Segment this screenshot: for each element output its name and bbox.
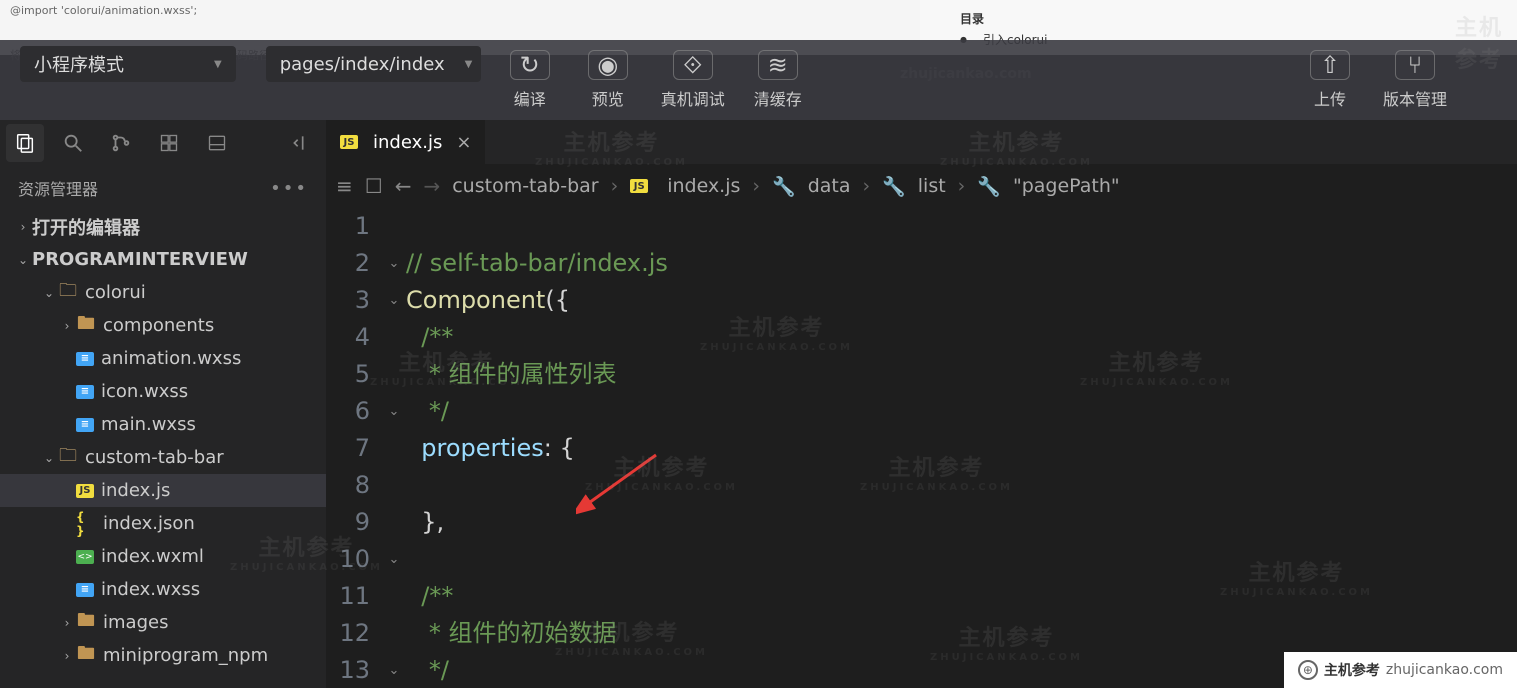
wrench-icon: 🔧 (772, 175, 796, 198)
mode-label: 小程序模式 (34, 51, 124, 77)
project-root[interactable]: ⌄PROGRAMINTERVIEW (0, 243, 326, 276)
bookmark-icon[interactable]: ☐ (365, 174, 383, 198)
css-file-icon: ≡ (76, 352, 94, 366)
chevron-down-icon: ▼ (214, 59, 222, 70)
real-device-debug-button[interactable]: ⟐ 真机调试 (655, 46, 731, 114)
sidebar: 资源管理器 ••• ›打开的编辑器 ⌄PROGRAMINTERVIEW ⌄🗀co… (0, 120, 326, 688)
bug-icon: ⟐ (673, 50, 713, 80)
refresh-icon: ↻ (510, 50, 550, 80)
layers-icon: ≋ (758, 50, 798, 80)
toc-title: 目录 (960, 10, 1477, 27)
upload-icon: ⇧ (1310, 50, 1350, 80)
css-file-icon: ≡ (76, 583, 94, 597)
wrench-icon: 🔧 (977, 175, 1001, 198)
page-path-select[interactable]: pages/index/index ▼ (266, 46, 481, 82)
folder-open-icon: 🗀 (58, 448, 78, 468)
file-index-wxss[interactable]: ≡index.wxss (0, 573, 326, 606)
folder-icon: 🖿 (76, 646, 96, 666)
forward-icon[interactable]: → (423, 174, 440, 198)
js-file-icon: JS (630, 179, 648, 193)
folder-miniprogram-npm[interactable]: ›🖿miniprogram_npm (0, 639, 326, 672)
tab-index-js[interactable]: JS index.js × (326, 120, 485, 164)
clear-cache-button[interactable]: ≋ 清缓存 (747, 46, 809, 114)
gutter: 12345678910111213 (326, 208, 382, 688)
explorer-icon[interactable] (6, 124, 44, 162)
tab-label: index.js (373, 132, 442, 153)
search-icon[interactable] (54, 124, 92, 162)
more-icon (1459, 62, 1499, 92)
upload-button[interactable]: ⇧ 上传 (1299, 46, 1361, 114)
fold-column[interactable]: ⌄⌄ ⌄ ⌄ ⌄ (382, 208, 406, 688)
list-icon[interactable]: ≡ (336, 174, 353, 198)
crumb-pagepath[interactable]: "pagePath" (1013, 175, 1120, 197)
file-icon-wxss[interactable]: ≡icon.wxss (0, 375, 326, 408)
folder-colorui[interactable]: ⌄🗀colorui (0, 276, 326, 309)
git-icon[interactable] (102, 124, 140, 162)
file-index-wxml[interactable]: <>index.wxml (0, 540, 326, 573)
crumb-data[interactable]: data (808, 175, 851, 197)
chevron-down-icon: ▼ (465, 59, 473, 70)
extensions-icon[interactable] (150, 124, 188, 162)
compile-button[interactable]: ↻ 编译 (499, 46, 561, 114)
folder-custom-tab-bar[interactable]: ⌄🗀custom-tab-bar (0, 441, 326, 474)
preview-button[interactable]: ◉ 预览 (577, 46, 639, 114)
wxml-file-icon: <> (76, 550, 94, 564)
js-file-icon: JS (76, 484, 94, 498)
css-file-icon: ≡ (76, 418, 94, 432)
explorer-more-icon[interactable]: ••• (270, 178, 308, 199)
explorer-title: 资源管理器 (18, 176, 98, 200)
json-file-icon: { } (76, 514, 96, 534)
crumb-folder[interactable]: custom-tab-bar (452, 175, 598, 197)
css-file-icon: ≡ (76, 385, 94, 399)
top-toolbar: 小程序模式 ▼ pages/index/index ▼ ↻ 编译 ◉ 预览 ⟐ … (0, 40, 1517, 120)
folder-components[interactable]: ›🖿components (0, 309, 326, 342)
more-button[interactable] (1469, 46, 1489, 114)
open-editors-section[interactable]: ›打开的编辑器 (0, 210, 326, 243)
brand-icon: ⊕ (1298, 660, 1318, 680)
eye-icon: ◉ (588, 50, 628, 80)
page-path-label: pages/index/index (280, 54, 445, 75)
breadcrumb: ≡ ☐ ← → custom-tab-bar› JSindex.js› 🔧dat… (326, 164, 1517, 208)
file-animation-wxss[interactable]: ≡animation.wxss (0, 342, 326, 375)
crumb-file[interactable]: index.js (667, 175, 740, 197)
editor-tabs: JS index.js × (326, 120, 1517, 164)
branch-icon: ⑂ (1395, 50, 1435, 80)
code-editor[interactable]: 12345678910111213 ⌄⌄ ⌄ ⌄ ⌄ // self-tab-b… (326, 208, 1517, 688)
js-file-icon: JS (340, 135, 358, 149)
version-mgmt-button[interactable]: ⑂ 版本管理 (1377, 46, 1453, 114)
folder-open-icon: 🗀 (58, 283, 78, 303)
file-index-js[interactable]: JSindex.js (0, 474, 326, 507)
folder-images[interactable]: ›🖿images (0, 606, 326, 639)
folder-icon: 🖿 (76, 613, 96, 633)
collapse-icon[interactable] (282, 124, 320, 162)
back-icon[interactable]: ← (395, 174, 412, 198)
mode-select[interactable]: 小程序模式 ▼ (20, 46, 236, 82)
file-index-json[interactable]: { }index.json (0, 507, 326, 540)
folder-icon: 🖿 (76, 316, 96, 336)
bg-import-line: @import 'colorui/animation.wxss'; (10, 4, 910, 17)
close-icon[interactable]: × (456, 132, 471, 153)
panel-icon[interactable] (198, 124, 236, 162)
brand-badge: ⊕ 主机参考 zhujicankao.com (1284, 652, 1517, 688)
file-main-wxss[interactable]: ≡main.wxss (0, 408, 326, 441)
wrench-icon: 🔧 (882, 175, 906, 198)
crumb-list[interactable]: list (918, 175, 946, 197)
